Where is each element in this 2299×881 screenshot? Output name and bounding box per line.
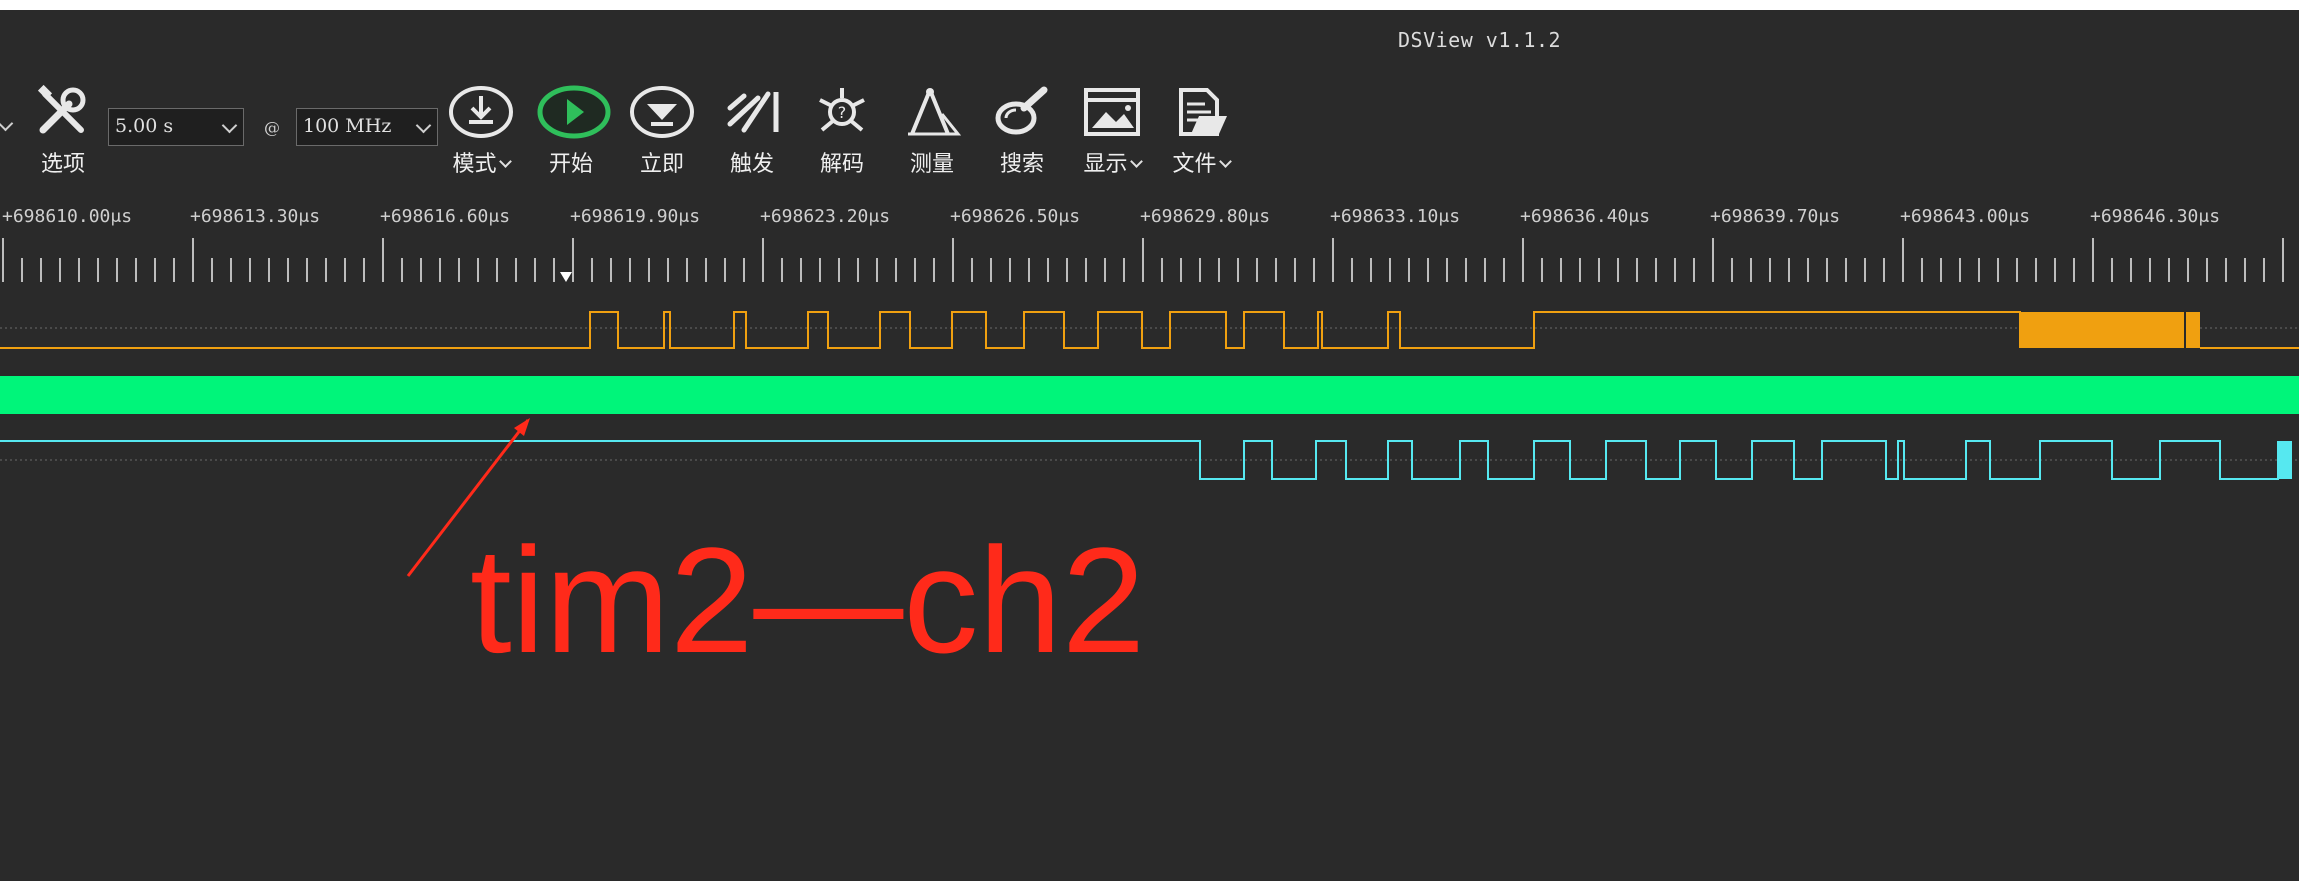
cursor-marker[interactable] bbox=[560, 272, 572, 282]
ch1-waveform bbox=[0, 311, 2299, 349]
ruler-ticks bbox=[2, 238, 2284, 282]
ch1-dense-block bbox=[2020, 312, 2200, 348]
ch2-signal-bar bbox=[0, 376, 2299, 414]
annotation-label: tim2—ch2 bbox=[470, 516, 1146, 684]
waveform-area[interactable] bbox=[0, 0, 2299, 881]
ch3-edge-block bbox=[2278, 441, 2292, 479]
